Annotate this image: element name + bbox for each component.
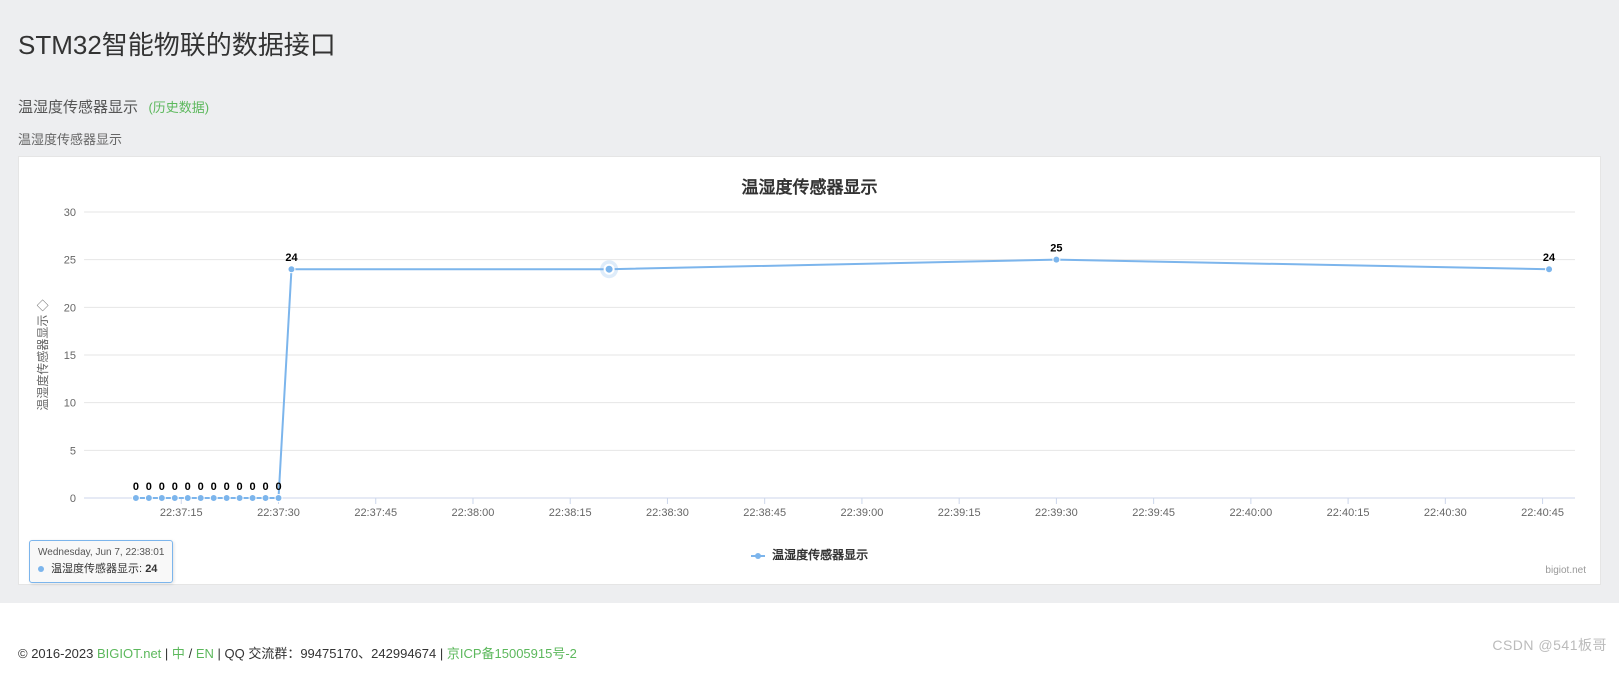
svg-text:24: 24 (1543, 252, 1556, 264)
page-title: STM32智能物联的数据接口 (0, 0, 1619, 92)
svg-text:10: 10 (64, 398, 76, 410)
footer-icp-link[interactable]: 京ICP备15005915号-2 (447, 646, 577, 661)
page-footer: © 2016-2023 BIGIOT.net | 中 / EN | QQ 交流群… (0, 603, 1619, 680)
svg-text:22:40:00: 22:40:00 (1229, 507, 1272, 519)
chart-legend[interactable]: 温湿度传感器显示 (29, 540, 1590, 565)
chart-title: 温湿度传感器显示 (29, 167, 1590, 200)
svg-text:25: 25 (1050, 243, 1062, 255)
lang-en-link[interactable]: EN (196, 646, 214, 661)
chart-card: 温湿度传感器显示 0 5 10 15 20 25 30 22:37:15 22:37:30 22:… (18, 156, 1601, 585)
lang-zh-link[interactable]: 中 (172, 646, 185, 661)
svg-text:22:39:15: 22:39:15 (938, 507, 981, 519)
svg-text:22:40:15: 22:40:15 (1327, 507, 1370, 519)
chart-credit[interactable]: bigiot.net (29, 565, 1590, 578)
tooltip-label: 温湿度传感器显示: (51, 563, 142, 575)
svg-text:0: 0 (275, 481, 281, 493)
legend-label: 温湿度传感器显示 (772, 548, 868, 562)
svg-text:温湿度传感器显示 ◇: 温湿度传感器显示 ◇ (35, 299, 50, 410)
chart-subtitle: 温湿度传感器显示 (0, 123, 1619, 156)
legend-marker-icon (751, 555, 765, 557)
svg-text:0: 0 (133, 481, 139, 493)
svg-text:0: 0 (70, 493, 76, 505)
svg-text:22:39:45: 22:39:45 (1132, 507, 1175, 519)
svg-text:0: 0 (172, 481, 178, 493)
tooltip-value: 24 (145, 563, 157, 575)
svg-text:22:39:30: 22:39:30 (1035, 507, 1078, 519)
svg-text:22:37:15: 22:37:15 (160, 507, 203, 519)
svg-text:25: 25 (64, 255, 76, 267)
section-header: 温湿度传感器显示 (历史数据) (0, 92, 1619, 123)
svg-text:0: 0 (262, 481, 268, 493)
section-title: 温湿度传感器显示 (18, 99, 138, 116)
svg-text:22:40:45: 22:40:45 (1521, 507, 1564, 519)
svg-text:20: 20 (64, 302, 76, 314)
svg-text:22:39:00: 22:39:00 (841, 507, 884, 519)
watermark: CSDN @541板哥 (1492, 635, 1607, 655)
svg-text:0: 0 (185, 481, 191, 493)
svg-text:0: 0 (224, 481, 230, 493)
svg-text:22:38:00: 22:38:00 (452, 507, 495, 519)
svg-text:5: 5 (70, 445, 76, 457)
tooltip-dot-icon (38, 566, 44, 572)
svg-text:22:37:30: 22:37:30 (257, 507, 300, 519)
tooltip-row: 温湿度传感器显示: 24 (38, 560, 164, 576)
tooltip-header: Wednesday, Jun 7, 22:38:01 (38, 547, 164, 558)
footer-qq: | QQ 交流群：99475170、242994674 | (218, 646, 447, 661)
svg-text:30: 30 (64, 207, 76, 219)
line-chart[interactable]: 0 5 10 15 20 25 30 22:37:15 22:37:30 22:37:45 22:3… (29, 200, 1590, 540)
svg-text:22:38:15: 22:38:15 (549, 507, 592, 519)
svg-text:22:37:45: 22:37:45 (354, 507, 397, 519)
lang-sep: / (189, 646, 193, 661)
svg-text:24: 24 (285, 252, 298, 264)
history-data-link[interactable]: (历史数据) (148, 100, 209, 115)
svg-text:0: 0 (237, 481, 243, 493)
svg-text:0: 0 (211, 481, 217, 493)
footer-site-link[interactable]: BIGIOT.net (97, 646, 161, 661)
svg-text:0: 0 (250, 481, 256, 493)
svg-text:0: 0 (198, 481, 204, 493)
svg-text:0: 0 (146, 481, 152, 493)
footer-sep: | (165, 646, 172, 661)
footer-copyright: © 2016-2023 (18, 646, 97, 661)
svg-text:15: 15 (64, 350, 76, 362)
svg-text:22:40:30: 22:40:30 (1424, 507, 1467, 519)
svg-text:22:38:45: 22:38:45 (743, 507, 786, 519)
svg-text:0: 0 (159, 481, 165, 493)
chart-tooltip: Wednesday, Jun 7, 22:38:01 温湿度传感器显示: 24 (29, 540, 173, 583)
svg-text:22:38:30: 22:38:30 (646, 507, 689, 519)
